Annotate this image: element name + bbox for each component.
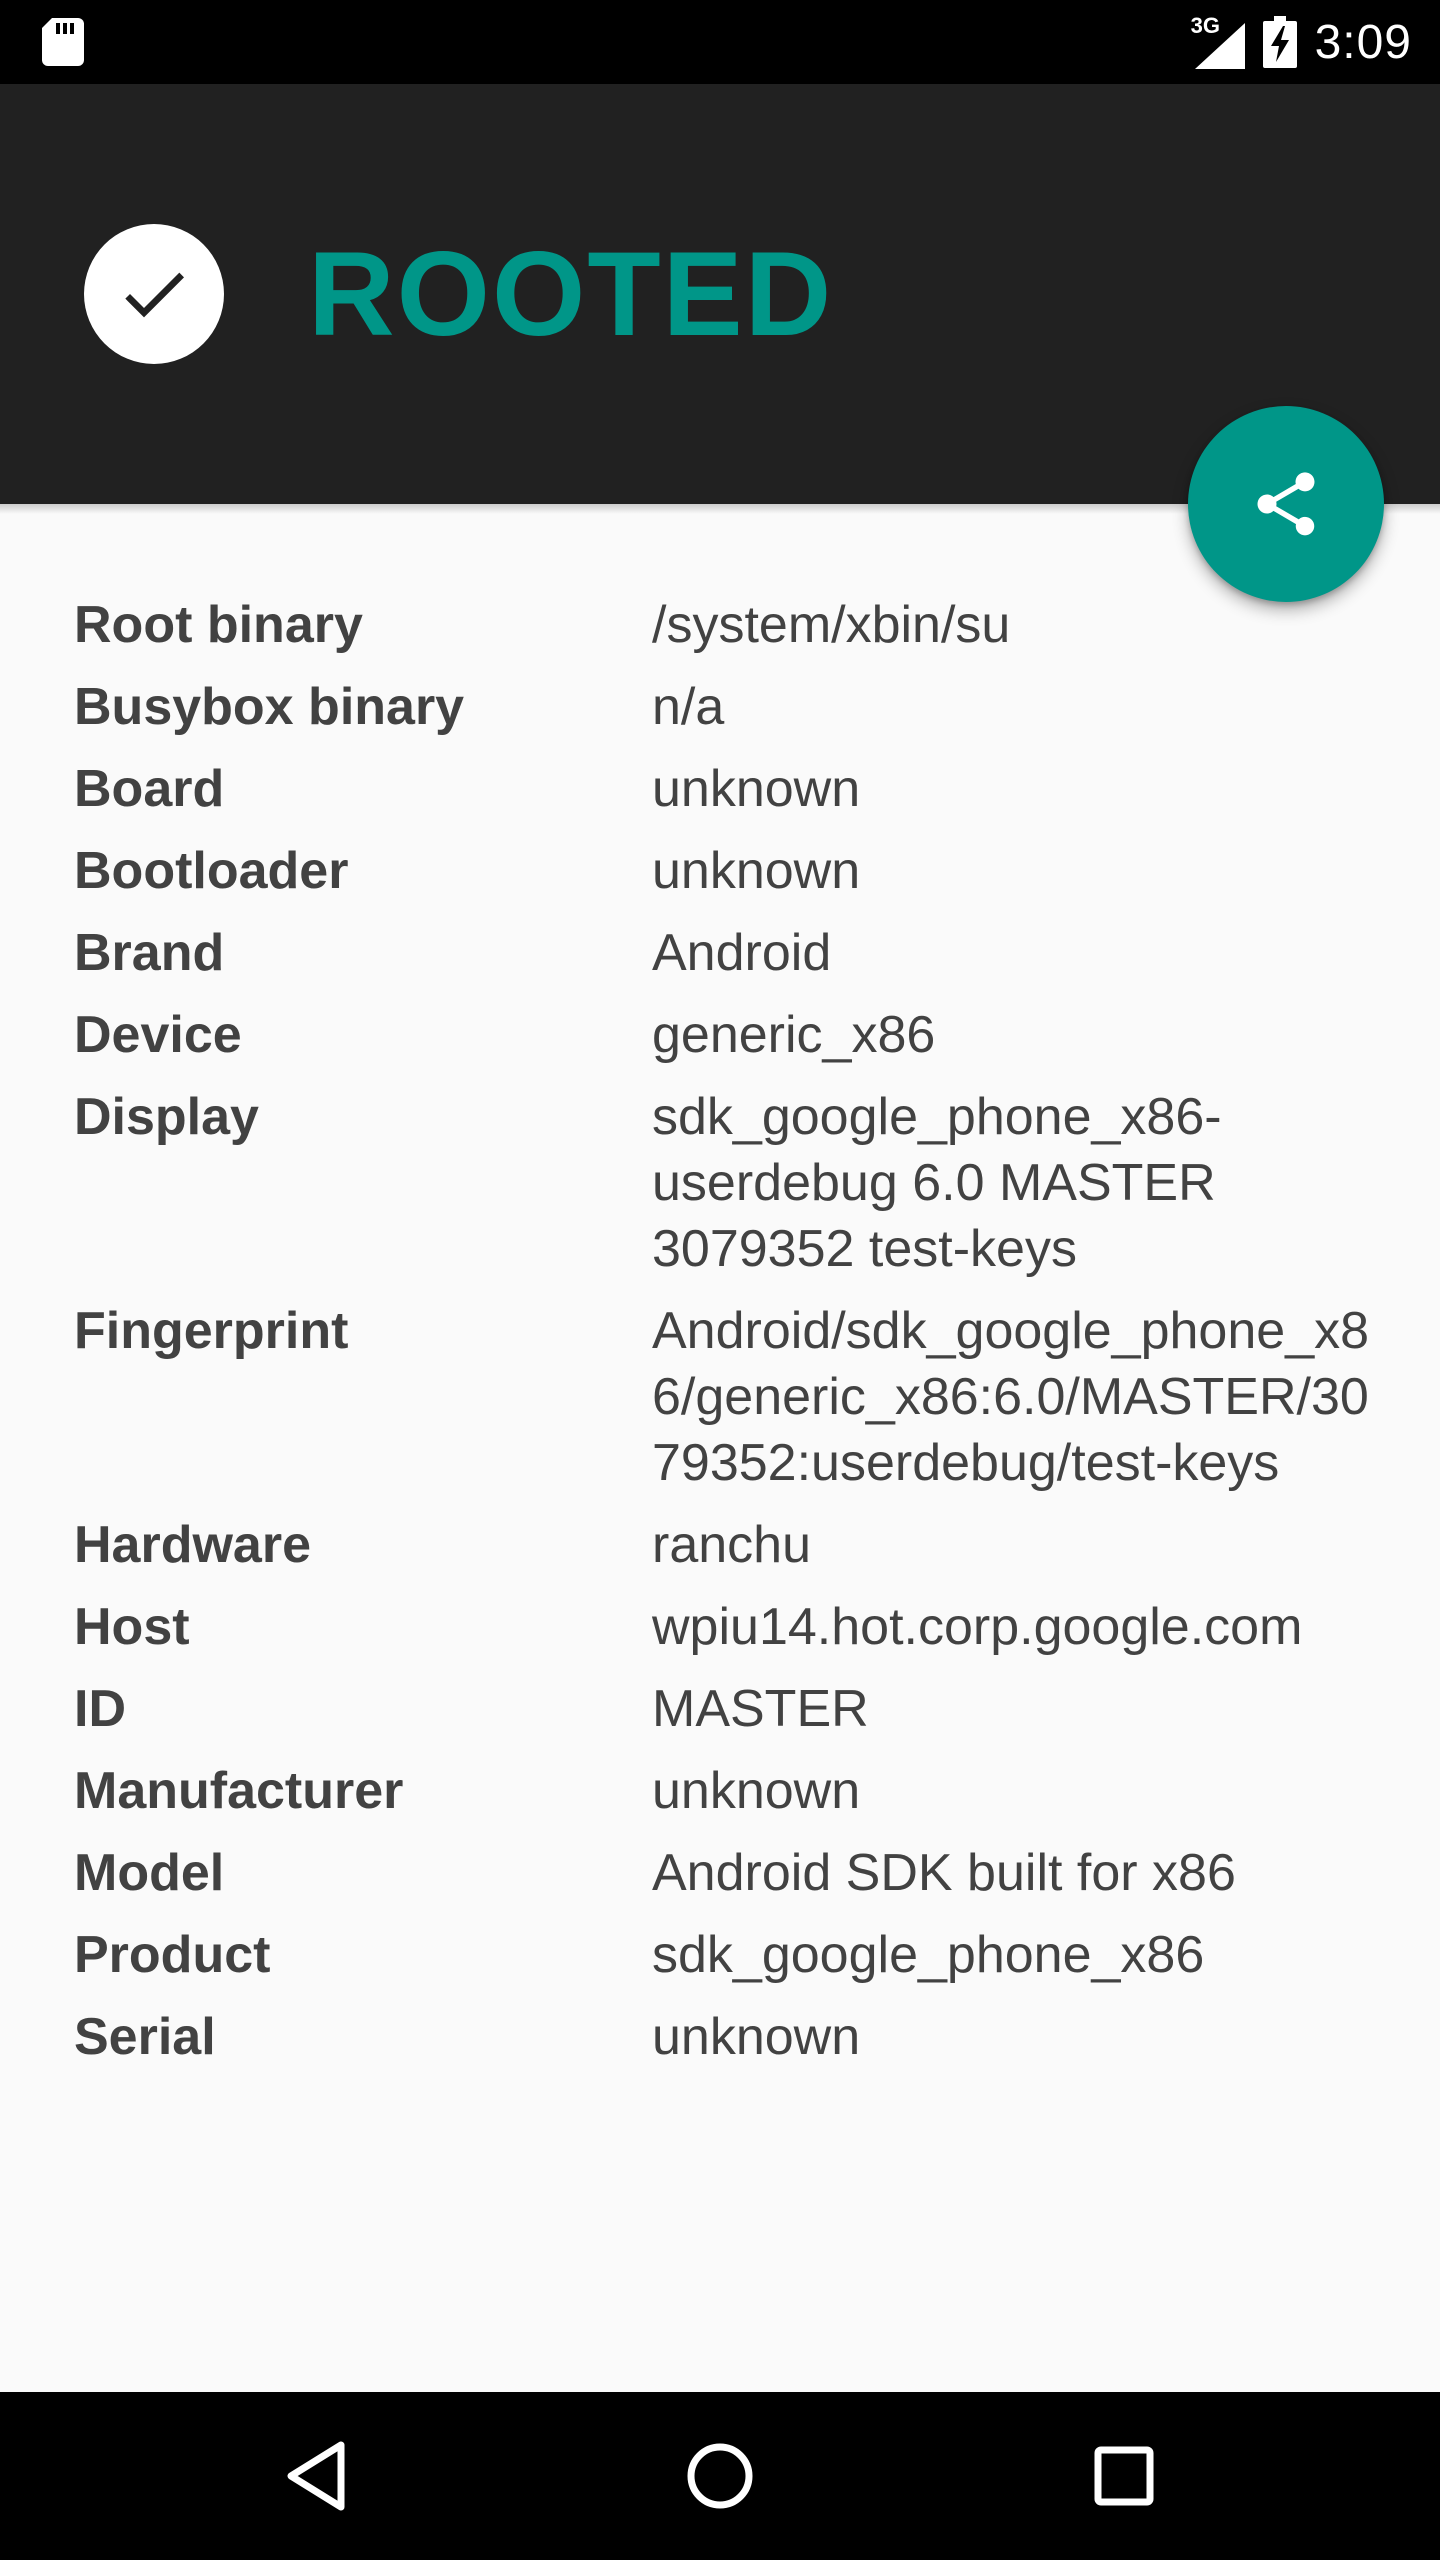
back-button[interactable] <box>266 2426 366 2526</box>
info-label: ID <box>74 1680 126 1738</box>
info-label: Model <box>74 1844 225 1902</box>
info-row-fingerprint: Fingerprint Android/sdk_google_phone_x86… <box>74 1290 1394 1504</box>
info-row-host: Host wpiu14.hot.corp.google.com <box>74 1586 1394 1668</box>
status-bar: 3G 3:09 <box>0 0 1440 84</box>
info-value: unknown <box>652 760 861 818</box>
info-value: unknown <box>652 2008 861 2066</box>
info-value: MASTER <box>652 1680 869 1738</box>
info-row-product: Product sdk_google_phone_x86 <box>74 1914 1394 1996</box>
info-label: Fingerprint <box>74 1302 349 1360</box>
info-label: Serial <box>74 2008 216 2066</box>
info-value: ranchu <box>652 1516 811 1574</box>
info-value: n/a <box>652 678 725 736</box>
status-icons: 3G 3:09 <box>1191 0 1412 84</box>
info-label: Display <box>74 1088 259 1146</box>
device-info-list: Root binary /system/xbin/su Busybox bina… <box>74 584 1394 2078</box>
info-label: Hardware <box>74 1516 311 1574</box>
info-label: Board <box>74 760 225 818</box>
info-label: Busybox binary <box>74 678 465 736</box>
back-icon <box>287 2441 345 2511</box>
info-row-manufacturer: Manufacturer unknown <box>74 1750 1394 1832</box>
info-label: Product <box>74 1926 271 1984</box>
check-icon <box>125 272 184 318</box>
info-row-board: Board unknown <box>74 748 1394 830</box>
info-label: Brand <box>74 924 225 982</box>
info-value: Android SDK built for x86 <box>652 1844 1236 1902</box>
info-row-bootloader: Bootloader unknown <box>74 830 1394 912</box>
info-row-serial: Serial unknown <box>74 1996 1394 2078</box>
info-row-device: Device generic_x86 <box>74 994 1394 1076</box>
signal-icon <box>1194 23 1245 69</box>
info-value: Android <box>652 924 832 982</box>
home-button[interactable] <box>670 2426 770 2526</box>
share-icon <box>1257 472 1315 536</box>
battery-charging-icon <box>1262 16 1297 68</box>
info-value: unknown <box>652 1762 861 1820</box>
info-value: unknown <box>652 842 861 900</box>
recents-icon <box>1094 2446 1154 2506</box>
home-icon <box>687 2443 753 2509</box>
info-label: Device <box>74 1006 242 1064</box>
sd-card-icon <box>42 18 84 66</box>
info-value: wpiu14.hot.corp.google.com <box>652 1598 1303 1656</box>
info-label: Root binary <box>74 596 363 654</box>
info-row-hardware: Hardware ranchu <box>74 1504 1394 1586</box>
network-indicator: 3G <box>1191 13 1245 69</box>
info-row-root-binary: Root binary /system/xbin/su <box>74 584 1394 666</box>
info-row-model: Model Android SDK built for x86 <box>74 1832 1394 1914</box>
info-value: generic_x86 <box>652 1006 936 1064</box>
info-value: sdk_google_phone_x86-userdebug 6.0 MASTE… <box>652 1088 1222 1278</box>
device-info-panel: Root binary /system/xbin/su Busybox bina… <box>0 504 1440 2392</box>
navigation-bar <box>0 2392 1440 2560</box>
info-row-busybox-binary: Busybox binary n/a <box>74 666 1394 748</box>
clock: 3:09 <box>1314 15 1412 69</box>
share-button[interactable] <box>1188 406 1384 602</box>
info-value: Android/sdk_google_phone_x86/generic_x86… <box>652 1302 1370 1492</box>
info-row-display: Display sdk_google_phone_x86-userdebug 6… <box>74 1076 1394 1290</box>
status-badge <box>84 224 224 364</box>
info-label: Manufacturer <box>74 1762 404 1820</box>
info-label: Host <box>74 1598 190 1656</box>
info-label: Bootloader <box>74 842 349 900</box>
root-status-title: ROOTED <box>308 227 834 361</box>
info-value: sdk_google_phone_x86 <box>652 1926 1205 1984</box>
info-row-id: ID MASTER <box>74 1668 1394 1750</box>
recents-button[interactable] <box>1074 2426 1174 2526</box>
info-row-brand: Brand Android <box>74 912 1394 994</box>
